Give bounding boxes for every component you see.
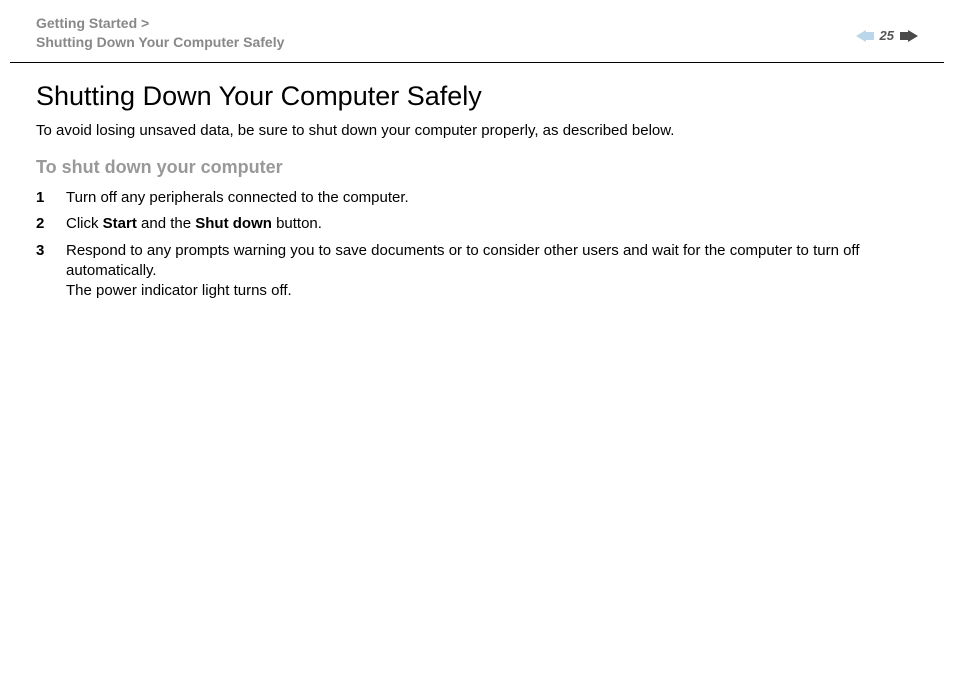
step-number: 3 xyxy=(36,241,66,302)
breadcrumb-line-1: Getting Started > xyxy=(36,14,284,33)
breadcrumb: Getting Started > Shutting Down Your Com… xyxy=(36,14,284,52)
page-title: Shutting Down Your Computer Safely xyxy=(36,81,918,112)
page-number: 25 xyxy=(880,28,894,43)
next-page-button[interactable] xyxy=(900,29,918,43)
breadcrumb-line-2: Shutting Down Your Computer Safely xyxy=(36,33,284,52)
steps-list: 1Turn off any peripherals connected to t… xyxy=(36,188,918,301)
page-navigation: 25 xyxy=(856,14,918,43)
step-item: 2Click Start and the Shut down button. xyxy=(36,214,918,234)
step-item: 3Respond to any prompts warning you to s… xyxy=(36,241,918,302)
section-heading: To shut down your computer xyxy=(36,157,918,178)
step-number: 1 xyxy=(36,188,66,208)
arrow-left-icon xyxy=(856,29,874,43)
intro-paragraph: To avoid losing unsaved data, be sure to… xyxy=(36,122,918,139)
step-item: 1Turn off any peripherals connected to t… xyxy=(36,188,918,208)
arrow-right-icon xyxy=(900,29,918,43)
step-text: Turn off any peripherals connected to th… xyxy=(66,188,409,208)
step-text: Click Start and the Shut down button. xyxy=(66,214,322,234)
prev-page-button[interactable] xyxy=(856,29,874,43)
step-number: 2 xyxy=(36,214,66,234)
page-content: Shutting Down Your Computer Safely To av… xyxy=(0,63,954,301)
page-header: Getting Started > Shutting Down Your Com… xyxy=(0,0,954,62)
step-text: Respond to any prompts warning you to sa… xyxy=(66,241,918,302)
